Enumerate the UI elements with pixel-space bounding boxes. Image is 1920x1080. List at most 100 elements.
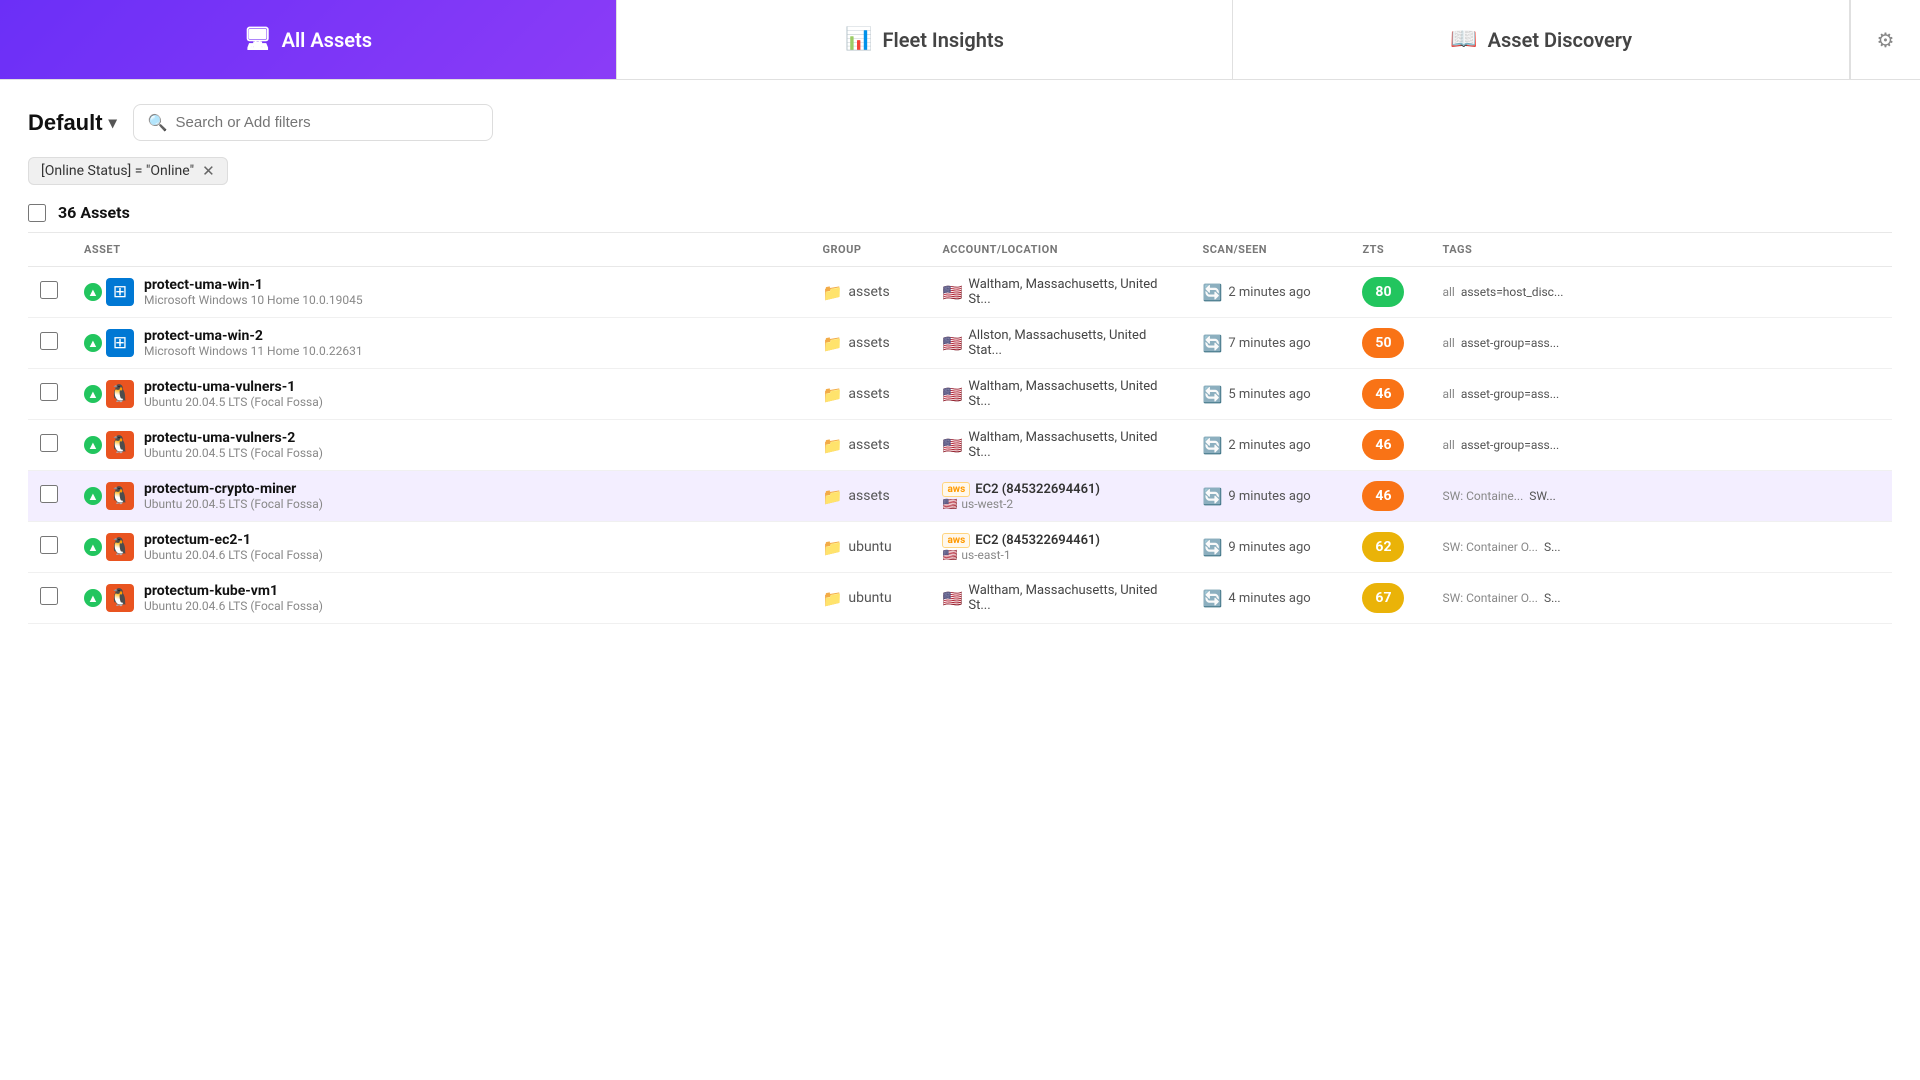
os-icon-windows: ⊞ xyxy=(106,278,134,306)
asset-cell: ▲ ⊞ protect-uma-win-1 Microsoft Windows … xyxy=(72,267,810,318)
flag-icon: 🇺🇸 xyxy=(942,385,962,404)
filter-row: Default ▾ 🔍 xyxy=(28,104,1892,141)
row-checkbox-6[interactable] xyxy=(40,587,58,605)
ec2-location: aws EC2 (845322694461) 🇺🇸 us-east-1 xyxy=(942,533,1178,562)
asset-cell: ▲ 🐧 protectum-kube-vm1 Ubuntu 20.04.6 LT… xyxy=(72,573,810,624)
zts-cell: 50 xyxy=(1350,318,1430,369)
search-icon: 🔍 xyxy=(148,113,168,132)
scan-time: 4 minutes ago xyxy=(1228,591,1310,606)
asset-info: protectu-uma-vulners-1 Ubuntu 20.04.5 LT… xyxy=(144,379,323,409)
col-header-scan: SCAN/SEEN xyxy=(1190,233,1350,267)
asset-info: protectum-kube-vm1 Ubuntu 20.04.6 LTS (F… xyxy=(144,583,323,613)
group-name: assets xyxy=(848,386,889,402)
asset-name: protect-uma-win-2 xyxy=(144,328,363,344)
main-content: Default ▾ 🔍 [Online Status] = "Online" ✕… xyxy=(0,80,1920,1080)
remove-filter-button[interactable]: ✕ xyxy=(202,164,215,179)
zts-badge: 62 xyxy=(1362,532,1404,562)
chevron-down-icon: ▾ xyxy=(109,113,117,133)
group-name: assets xyxy=(848,284,889,300)
ec2-title: aws EC2 (845322694461) xyxy=(942,482,1178,497)
group-cell: 📁 ubuntu xyxy=(810,573,930,624)
col-header-zts: ZTS xyxy=(1350,233,1430,267)
select-all-checkbox[interactable] xyxy=(28,204,46,222)
asset-cell: ▲ 🐧 protectum-ec2-1 Ubuntu 20.04.6 LTS (… xyxy=(72,522,810,573)
scan-cell: 🔄 9 minutes ago xyxy=(1190,471,1350,522)
tag-value: S... xyxy=(1544,540,1561,554)
asset-name: protectum-ec2-1 xyxy=(144,532,323,548)
tab-fleet-insights-label: Fleet Insights xyxy=(883,28,1004,52)
location-cell: 🇺🇸 Waltham, Massachusetts, United St... xyxy=(942,430,1178,460)
row-check-cell xyxy=(28,573,72,624)
tags-prefix: all xyxy=(1442,387,1454,401)
group-cell: 📁 assets xyxy=(810,318,930,369)
location-col-cell: 🇺🇸 Waltham, Massachusetts, United St... xyxy=(930,573,1190,624)
scan-cell: 🔄 9 minutes ago xyxy=(1190,522,1350,573)
os-icon-ubuntu: 🐧 xyxy=(106,584,134,612)
group-cell: 📁 assets xyxy=(810,471,930,522)
filter-tags: [Online Status] = "Online" ✕ xyxy=(28,157,1892,185)
row-check-cell xyxy=(28,471,72,522)
group-cell: 📁 assets xyxy=(810,267,930,318)
group-name: ubuntu xyxy=(848,590,891,606)
filter-tag-text: [Online Status] = "Online" xyxy=(41,163,194,179)
col-header-asset: ASSET xyxy=(72,233,810,267)
row-checkbox-0[interactable] xyxy=(40,281,58,299)
zts-badge: 50 xyxy=(1362,328,1404,358)
flag-icon: 🇺🇸 xyxy=(942,283,962,302)
tags-cell: SW: Containe... SW... xyxy=(1430,471,1892,522)
asset-sub: Ubuntu 20.04.5 LTS (Focal Fossa) xyxy=(144,446,323,460)
zts-cell: 67 xyxy=(1350,573,1430,624)
row-checkbox-4[interactable] xyxy=(40,485,58,503)
asset-icons: ▲ 🐧 xyxy=(84,482,134,510)
scan-time: 5 minutes ago xyxy=(1228,387,1310,402)
default-dropdown-button[interactable]: Default ▾ xyxy=(28,110,117,136)
clock-icon: 🔄 xyxy=(1202,589,1222,608)
ec2-sub: 🇺🇸 us-east-1 xyxy=(942,548,1178,562)
row-checkbox-1[interactable] xyxy=(40,332,58,350)
tab-all-assets-label: All Assets xyxy=(282,28,372,52)
tags-prefix: SW: Containe... xyxy=(1442,489,1523,503)
flag-icon: 🇺🇸 xyxy=(942,497,957,511)
asset-name: protectum-crypto-miner xyxy=(144,481,323,497)
tag-value: S... xyxy=(1544,591,1561,605)
tags-cell: SW: Container O... S... xyxy=(1430,573,1892,624)
location-text: Waltham, Massachusetts, United St... xyxy=(968,583,1178,613)
clock-icon: 🔄 xyxy=(1202,487,1222,506)
status-online-icon: ▲ xyxy=(84,385,102,403)
asset-sub: Ubuntu 20.04.5 LTS (Focal Fossa) xyxy=(144,395,323,409)
ec2-title: aws EC2 (845322694461) xyxy=(942,533,1178,548)
folder-icon: 📁 xyxy=(822,436,842,455)
asset-count-row: 36 Assets xyxy=(28,203,1892,222)
location-text: Allston, Massachusetts, United Stat... xyxy=(968,328,1178,358)
row-check-cell xyxy=(28,318,72,369)
settings-button[interactable]: ⚙ xyxy=(1850,0,1920,79)
search-box[interactable]: 🔍 xyxy=(133,104,493,141)
asset-cell: ▲ ⊞ protect-uma-win-2 Microsoft Windows … xyxy=(72,318,810,369)
asset-icons: ▲ ⊞ xyxy=(84,278,134,306)
zts-cell: 46 xyxy=(1350,471,1430,522)
active-filter-tag: [Online Status] = "Online" ✕ xyxy=(28,157,228,185)
tab-all-assets[interactable]: 🖥 All Assets xyxy=(0,0,617,79)
asset-icons: ▲ 🐧 xyxy=(84,584,134,612)
status-online-icon: ▲ xyxy=(84,283,102,301)
location-cell: 🇺🇸 Waltham, Massachusetts, United St... xyxy=(942,379,1178,409)
tab-asset-discovery[interactable]: 📖 Asset Discovery xyxy=(1233,0,1850,79)
tag-value: asset-group=ass... xyxy=(1461,438,1559,452)
location-col-cell: aws EC2 (845322694461) 🇺🇸 us-west-2 xyxy=(930,471,1190,522)
folder-icon: 📁 xyxy=(822,538,842,557)
group-cell: 📁 assets xyxy=(810,420,930,471)
row-checkbox-3[interactable] xyxy=(40,434,58,452)
scan-time: 9 minutes ago xyxy=(1228,540,1310,555)
ec2-name: EC2 (845322694461) xyxy=(975,482,1100,497)
scan-time: 9 minutes ago xyxy=(1228,489,1310,504)
search-input[interactable] xyxy=(176,114,478,131)
row-checkbox-2[interactable] xyxy=(40,383,58,401)
row-checkbox-5[interactable] xyxy=(40,536,58,554)
table-row: ▲ ⊞ protect-uma-win-2 Microsoft Windows … xyxy=(28,318,1892,369)
asset-name: protectum-kube-vm1 xyxy=(144,583,323,599)
scan-time: 7 minutes ago xyxy=(1228,336,1310,351)
os-icon-ubuntu: 🐧 xyxy=(106,533,134,561)
asset-sub: Ubuntu 20.04.6 LTS (Focal Fossa) xyxy=(144,599,323,613)
asset-sub: Microsoft Windows 11 Home 10.0.22631 xyxy=(144,344,363,358)
tab-fleet-insights[interactable]: 📊 Fleet Insights xyxy=(617,0,1234,79)
